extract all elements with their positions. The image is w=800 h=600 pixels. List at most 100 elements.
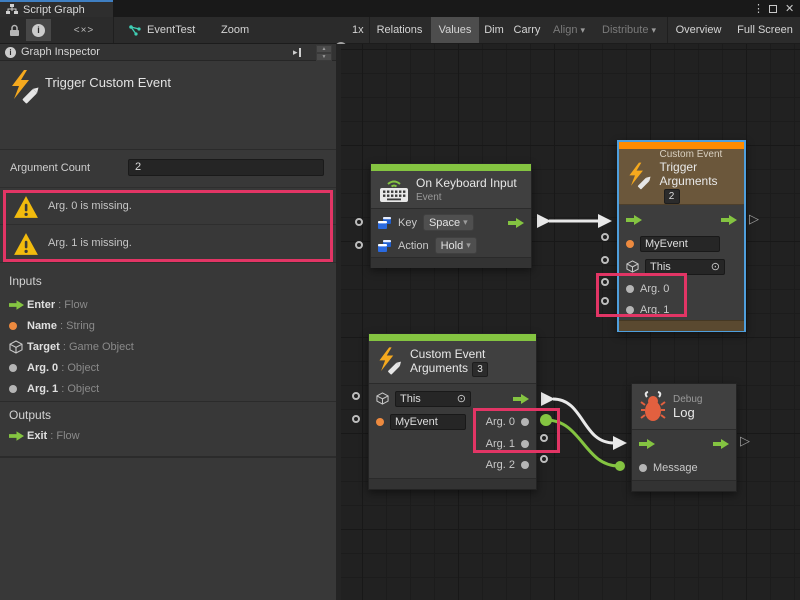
window-close-icon[interactable]: ✕ [785,0,794,17]
inspector-header-title: Graph Inspector [21,46,100,58]
tab-script-graph[interactable]: Script Graph [0,0,113,17]
node-title: Log [673,405,702,420]
event-name-field[interactable]: MyEvent [640,236,720,252]
argument-count-label: Argument Count [10,162,90,174]
flow-in-port[interactable] [626,215,642,225]
tab-title: Script Graph [23,4,85,16]
flow-in-port[interactable] [639,439,655,449]
section-divider [0,456,336,458]
node-subtitle: Arguments3 [410,361,488,377]
cube-icon [9,340,27,354]
flow-row [632,432,736,456]
code-view-icon[interactable]: <×> [70,19,98,41]
argument-count-box[interactable]: 3 [472,362,488,377]
inputs-header: Inputs [9,274,42,288]
node-subtitle: Arguments2 [660,174,737,204]
node-title: On Keyboard Input [416,176,517,190]
annotation-rect-trigger-args [596,273,687,317]
port-key-input[interactable] [355,218,363,226]
flow-out-port[interactable] [721,215,737,225]
flow-continue-icon: ▷ [749,212,759,225]
toolbar-separator [369,17,370,43]
key-dropdown[interactable]: Space [423,214,474,231]
node-header: Custom Event Arguments3 [369,341,536,384]
object-port-icon [521,461,529,469]
node-footer [369,478,536,489]
bug-icon [640,391,666,423]
node-header: On Keyboard Input Event [371,171,531,209]
object-port-icon [9,364,27,372]
toolbar-separator [113,17,114,43]
event-name-field[interactable]: MyEvent [390,414,466,430]
unit-title-block: Trigger Custom Event [0,62,336,150]
node-category: Custom Event [660,149,737,160]
flow-out-port[interactable] [508,218,524,228]
port-event-name-input[interactable] [352,415,360,423]
input-port-row: Arg. 1 : Object [0,378,336,399]
distribute-dropdown[interactable]: Distribute [595,17,663,43]
scroll-down-icon[interactable]: ▼ [316,53,332,61]
graph-breadcrumb-icon [126,19,144,41]
input-port-row: Target : Game Object [0,336,336,357]
object-port-icon [639,464,647,472]
annotation-rect-warnings [3,190,333,262]
align-dropdown[interactable]: Align [548,17,590,43]
target-picker-icon[interactable]: ⊙ [711,260,720,273]
string-port-icon [626,240,634,248]
node-colorbar [369,334,536,341]
input-port-row: Name : String [0,315,336,336]
port-arg2-output[interactable] [540,455,548,463]
node-header: Debug Log [632,384,736,430]
custom-event-icon [627,161,653,193]
action-row: Action Hold [371,234,531,257]
full-screen-button[interactable]: Full Screen [731,17,799,43]
dock-panel-icon[interactable]: ▸ [293,46,310,59]
node-on-keyboard-input[interactable]: On Keyboard Input Event Key Space Action… [370,163,532,268]
breadcrumb-graph-name[interactable]: EventTest [147,17,195,43]
inspector-header: i Graph Inspector [0,44,336,61]
node-debug-log[interactable]: Debug Log Message [631,383,737,492]
window-menu-icon[interactable]: ⋮ [753,0,764,17]
action-dropdown[interactable]: Hold [435,237,477,254]
node-footer [632,480,736,491]
overview-button[interactable]: Overview [671,17,726,43]
relations-button[interactable]: Relations [371,17,428,43]
custom-event-icon [9,70,41,106]
flow-arrow-icon [9,431,27,441]
zoom-value: 1x [352,17,364,43]
message-label: Message [653,462,698,474]
node-subtitle: Event [416,192,517,203]
dim-button[interactable]: Dim [480,17,508,43]
input-port-row: Enter : Flow [0,294,336,315]
arg-out-row: Arg. 2 [369,454,536,475]
action-label: Action [398,240,429,252]
values-button[interactable]: Values [431,17,479,43]
port-action-input[interactable] [355,241,363,249]
node-colorbar-selected [619,142,744,149]
scroll-up-icon[interactable]: ▲ [316,45,332,53]
info-button[interactable]: i [26,19,51,41]
lock-icon[interactable] [4,19,24,41]
value-icon [378,217,392,229]
string-port-icon [376,418,384,426]
custom-event-icon [377,346,403,378]
carry-button[interactable]: Carry [509,17,545,43]
info-icon: i [5,47,16,58]
target-picker-icon[interactable]: ⊙ [457,392,466,405]
port-target-input[interactable] [601,256,609,264]
outputs-header: Outputs [9,408,51,422]
flow-out-port[interactable] [513,394,529,404]
flow-continue-icon: ▷ [740,434,750,447]
argument-count-box[interactable]: 2 [664,189,680,204]
annotation-rect-event-args [473,408,560,453]
window-maximize-icon[interactable] [769,0,777,17]
node-header: Custom Event Trigger Arguments2 [619,149,744,205]
port-event-name-input[interactable] [601,233,609,241]
argument-count-field[interactable]: 2 [128,159,324,176]
section-divider [0,401,336,402]
unit-title: Trigger Custom Event [45,75,171,90]
target-field[interactable]: This ⊙ [395,391,471,407]
flow-out-port[interactable] [713,439,729,449]
port-target-input[interactable] [352,392,360,400]
key-row: Key Space [371,211,531,234]
